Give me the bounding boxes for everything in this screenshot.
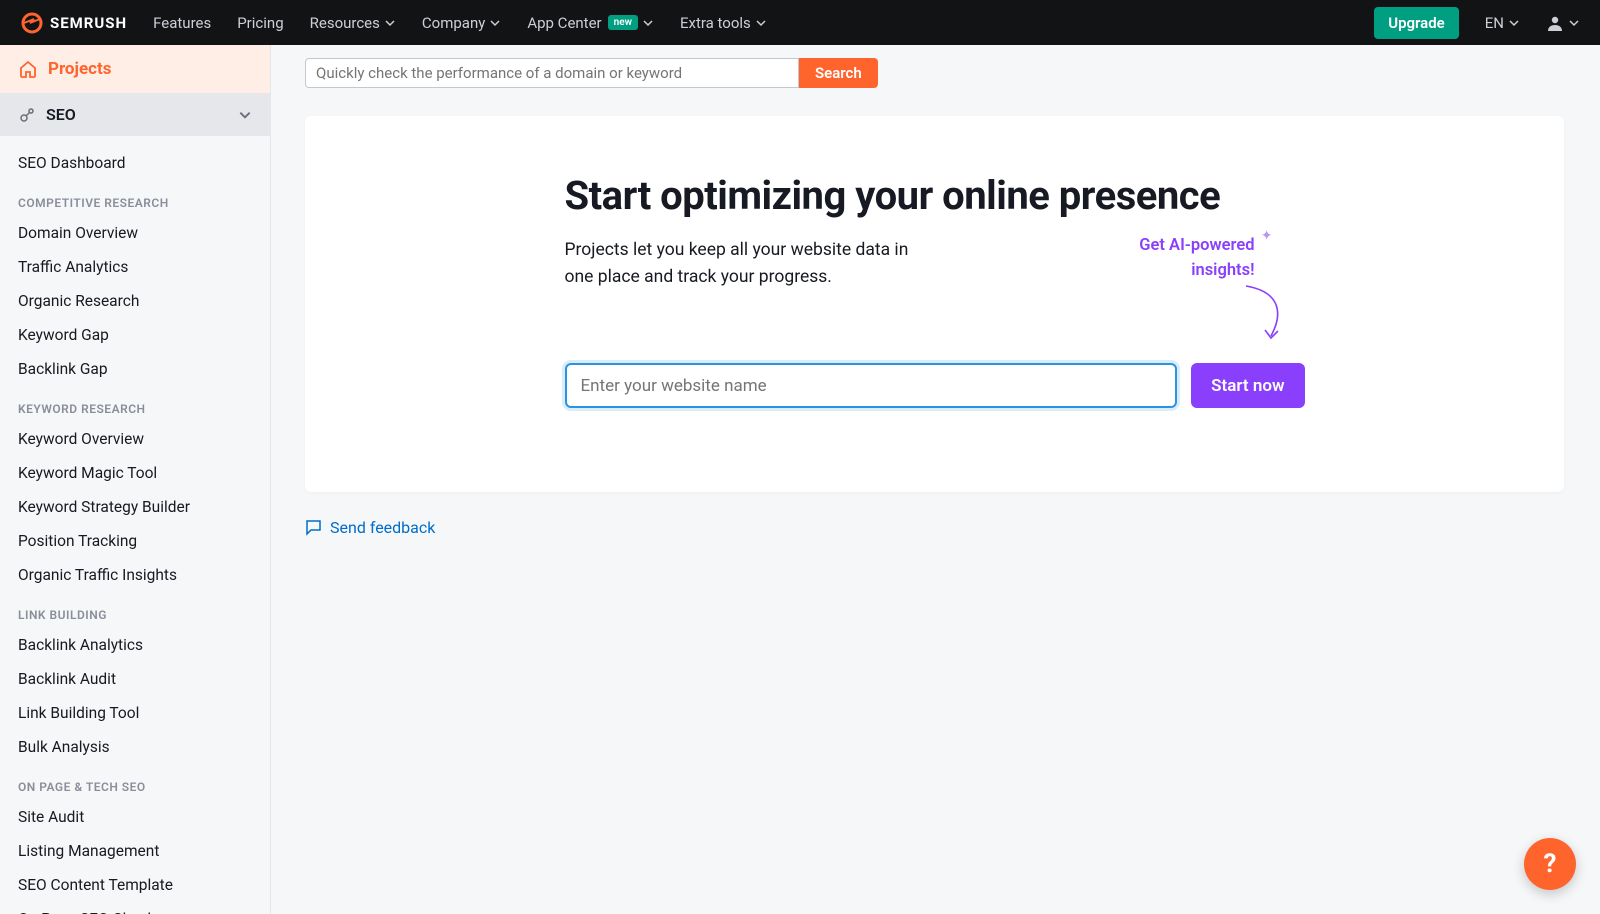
language-switcher[interactable]: EN [1485,14,1520,32]
page-subtitle: Projects let you keep all your website d… [565,237,935,291]
sidebar-item[interactable]: Keyword Gap [0,318,270,352]
seo-icon [18,106,36,124]
nav-resources[interactable]: Resources [310,14,396,32]
chevron-down-icon [1508,17,1520,29]
chevron-down-icon [384,17,396,29]
sidebar-item[interactable]: SEO Content Template [0,868,270,902]
sidebar: Projects SEO SEO Dashboard COMPETITIVE R… [0,45,271,914]
sidebar-item[interactable]: Traffic Analytics [0,250,270,284]
sidebar-item[interactable]: Backlink Gap [0,352,270,386]
sidebar-item[interactable]: Bulk Analysis [0,730,270,764]
sidebar-item[interactable]: Keyword Strategy Builder [0,490,270,524]
sidebar-projects-label: Projects [48,59,111,79]
chevron-down-icon [642,17,654,29]
sidebar-group-header: KEYWORD RESEARCH [0,386,270,422]
quick-search-bar: Search [305,58,1564,88]
logo-icon [20,11,44,35]
upgrade-button[interactable]: Upgrade [1374,7,1459,39]
user-icon [1546,14,1564,32]
new-badge: new [608,15,638,30]
brand-text: SEMRUSH [50,14,127,32]
sidebar-item[interactable]: On Page SEO Checker [0,902,270,914]
sidebar-group-header: COMPETITIVE RESEARCH [0,180,270,216]
home-icon [18,59,38,79]
sidebar-item[interactable]: Keyword Overview [0,422,270,456]
search-button[interactable]: Search [799,58,878,88]
chevron-down-icon [489,17,501,29]
nav-features[interactable]: Features [153,14,211,32]
sidebar-group-header: ON PAGE & TECH SEO [0,764,270,800]
chevron-down-icon [755,17,767,29]
chevron-down-icon [1568,17,1580,29]
start-now-button[interactable]: Start now [1191,363,1304,408]
sidebar-item[interactable]: Link Building Tool [0,696,270,730]
sidebar-item[interactable]: Site Audit [0,800,270,834]
brand-logo[interactable]: SEMRUSH [20,11,127,35]
nav-pricing[interactable]: Pricing [237,14,283,32]
nav-company[interactable]: Company [422,14,501,32]
sidebar-item[interactable]: Organic Research [0,284,270,318]
top-navbar: SEMRUSH Features Pricing Resources Compa… [0,0,1600,45]
onboarding-card: Start optimizing your online presence Pr… [305,116,1564,492]
nav-app-center[interactable]: App Centernew [527,14,654,32]
chat-icon [305,519,322,536]
sidebar-item[interactable]: Backlink Audit [0,662,270,696]
website-input[interactable] [565,363,1178,408]
sidebar-seo-toggle[interactable]: SEO [0,93,270,136]
sparkle-icon: ✦ [1261,228,1273,244]
help-button[interactable]: ? [1524,838,1576,890]
quick-search-input[interactable] [305,58,799,88]
sidebar-seo-label: SEO [46,105,76,124]
nav-extra-tools[interactable]: Extra tools [680,14,767,32]
sidebar-item[interactable]: Position Tracking [0,524,270,558]
sidebar-item[interactable]: Backlink Analytics [0,628,270,662]
ai-insights-callout: Get AI-powered insights! [1139,234,1254,284]
sidebar-group-header: LINK BUILDING [0,592,270,628]
sidebar-item[interactable]: Listing Management [0,834,270,868]
send-feedback-link[interactable]: Send feedback [305,518,1564,537]
sidebar-item[interactable]: Domain Overview [0,216,270,250]
sidebar-item[interactable]: SEO Dashboard [0,146,270,180]
sidebar-item[interactable]: Keyword Magic Tool [0,456,270,490]
chevron-down-icon [238,108,252,122]
page-title: Start optimizing your online presence [565,172,1305,219]
sidebar-projects[interactable]: Projects [0,45,270,93]
sidebar-item[interactable]: Organic Traffic Insights [0,558,270,592]
main-content: Search Start optimizing your online pres… [271,45,1600,914]
arrow-icon [1241,284,1291,344]
user-menu[interactable] [1546,14,1580,32]
